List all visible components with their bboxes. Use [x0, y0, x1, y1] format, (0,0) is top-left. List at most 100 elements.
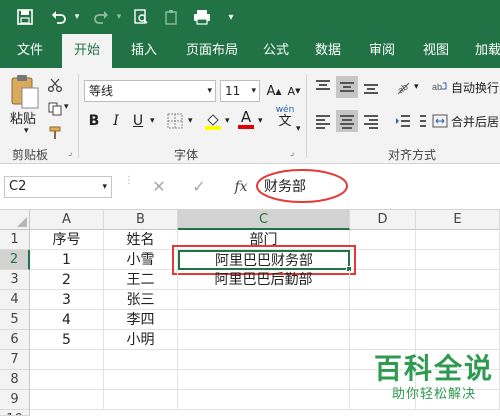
table-cell[interactable]: [30, 370, 104, 390]
wrap-text-button[interactable]: ab 自动换行: [432, 76, 499, 98]
table-cell[interactable]: [30, 350, 104, 370]
table-cell[interactable]: 王二: [104, 270, 178, 290]
column-header-b[interactable]: B: [104, 210, 178, 230]
row-header[interactable]: 1: [0, 230, 30, 250]
table-cell[interactable]: [350, 290, 416, 310]
copy-dropdown-icon[interactable]: ▾: [64, 102, 69, 112]
orientation-icon[interactable]: ab: [392, 76, 414, 98]
table-cell[interactable]: 4: [30, 310, 104, 330]
row-header[interactable]: 6: [0, 330, 30, 350]
font-size-select[interactable]: 11 ▾: [220, 80, 260, 102]
table-cell[interactable]: 2: [30, 270, 104, 290]
table-cell[interactable]: 1: [30, 250, 104, 270]
table-cell[interactable]: [416, 270, 500, 290]
table-cell[interactable]: [350, 310, 416, 330]
table-cell[interactable]: [104, 370, 178, 390]
font-launcher-icon[interactable]: ⌟: [290, 148, 294, 158]
align-middle-icon[interactable]: [336, 76, 358, 98]
table-cell[interactable]: [178, 310, 350, 330]
enter-icon[interactable]: ✓: [190, 176, 208, 198]
fill-color-dropdown-icon[interactable]: ▾: [225, 116, 230, 126]
phonetic-dropdown-icon[interactable]: ▾: [296, 124, 301, 134]
table-cell[interactable]: [350, 230, 416, 250]
cut-icon[interactable]: [46, 74, 64, 96]
align-center-icon[interactable]: [336, 110, 358, 132]
table-cell[interactable]: [350, 250, 416, 270]
underline-dropdown-icon[interactable]: ▾: [150, 116, 155, 126]
borders-dropdown-icon[interactable]: ▾: [188, 116, 193, 126]
align-left-icon[interactable]: [312, 110, 334, 132]
orientation-dropdown-icon[interactable]: ▾: [414, 82, 419, 92]
print-preview-icon[interactable]: [130, 6, 152, 28]
insert-function-button[interactable]: fx: [230, 176, 252, 198]
table-cell[interactable]: [416, 250, 500, 270]
customize-qat-icon[interactable]: ▾: [224, 6, 238, 28]
tab-view[interactable]: 视图: [414, 34, 458, 68]
table-cell[interactable]: [104, 390, 178, 410]
table-cell[interactable]: [178, 390, 350, 410]
tab-data[interactable]: 数据: [306, 34, 350, 68]
table-cell[interactable]: [350, 330, 416, 350]
paste-dropdown-icon[interactable]: ▾: [24, 126, 29, 136]
table-cell[interactable]: [416, 230, 500, 250]
font-name-select[interactable]: 等线 ▾: [84, 80, 216, 102]
formula-bar-grip[interactable]: ⋮: [124, 176, 134, 196]
clipboard-launcher-icon[interactable]: ⌟: [68, 148, 72, 158]
font-color-button[interactable]: A: [236, 108, 256, 130]
row-header[interactable]: 2: [0, 250, 30, 270]
tab-file[interactable]: 文件: [8, 34, 52, 68]
column-header-c[interactable]: C: [178, 210, 350, 230]
redo-icon[interactable]: [90, 6, 112, 28]
table-cell[interactable]: [416, 290, 500, 310]
table-cell[interactable]: 小明: [104, 330, 178, 350]
decrease-font-button[interactable]: A ▼: [286, 80, 302, 102]
font-color-dropdown-icon[interactable]: ▾: [258, 116, 263, 126]
table-cell[interactable]: [350, 270, 416, 290]
tab-formulas[interactable]: 公式: [256, 34, 296, 68]
save-icon[interactable]: [14, 6, 36, 28]
quick-print-icon[interactable]: [190, 6, 214, 28]
row-header[interactable]: 10: [0, 410, 30, 416]
tab-insert[interactable]: 插入: [122, 34, 166, 68]
table-cell[interactable]: 张三: [104, 290, 178, 310]
table-cell[interactable]: 5: [30, 330, 104, 350]
increase-font-button[interactable]: A ▲: [266, 80, 282, 102]
column-header-d[interactable]: D: [350, 210, 416, 230]
align-right-icon[interactable]: [360, 110, 382, 132]
tab-review[interactable]: 审阅: [360, 34, 404, 68]
redo-dropdown-icon[interactable]: ▾: [113, 6, 125, 28]
outdent-icon[interactable]: [414, 110, 428, 132]
borders-icon[interactable]: [164, 110, 186, 132]
undo-icon[interactable]: [48, 6, 70, 28]
row-header[interactable]: 3: [0, 270, 30, 290]
row-header[interactable]: 4: [0, 290, 30, 310]
table-cell[interactable]: 3: [30, 290, 104, 310]
table-cell[interactable]: 李四: [104, 310, 178, 330]
row-header[interactable]: 8: [0, 370, 30, 390]
select-all-corner[interactable]: [0, 210, 30, 230]
format-painter-icon[interactable]: [46, 122, 64, 144]
merge-center-button[interactable]: 合并后居: [432, 110, 499, 132]
italic-button[interactable]: I: [106, 110, 126, 132]
indent-icon[interactable]: [392, 110, 414, 132]
table-cell[interactable]: 小雪: [104, 250, 178, 270]
table-cell[interactable]: [30, 390, 104, 410]
table-cell[interactable]: 序号: [30, 230, 104, 250]
table-cell[interactable]: [178, 330, 350, 350]
clipboard-icon[interactable]: [160, 6, 182, 28]
row-header[interactable]: 7: [0, 350, 30, 370]
table-cell[interactable]: [178, 350, 350, 370]
align-bottom-icon[interactable]: [360, 76, 382, 98]
tab-addins[interactable]: 加载: [466, 34, 500, 68]
table-cell[interactable]: [178, 290, 350, 310]
row-header[interactable]: 9: [0, 390, 30, 410]
align-top-icon[interactable]: [312, 76, 334, 98]
column-header-a[interactable]: A: [30, 210, 104, 230]
underline-button[interactable]: U: [128, 110, 148, 132]
table-cell[interactable]: [416, 330, 500, 350]
tab-page-layout[interactable]: 页面布局: [176, 34, 248, 68]
column-header-e[interactable]: E: [416, 210, 500, 230]
row-header[interactable]: 5: [0, 310, 30, 330]
undo-dropdown-icon[interactable]: ▾: [71, 6, 83, 28]
fill-color-icon[interactable]: [202, 110, 224, 132]
